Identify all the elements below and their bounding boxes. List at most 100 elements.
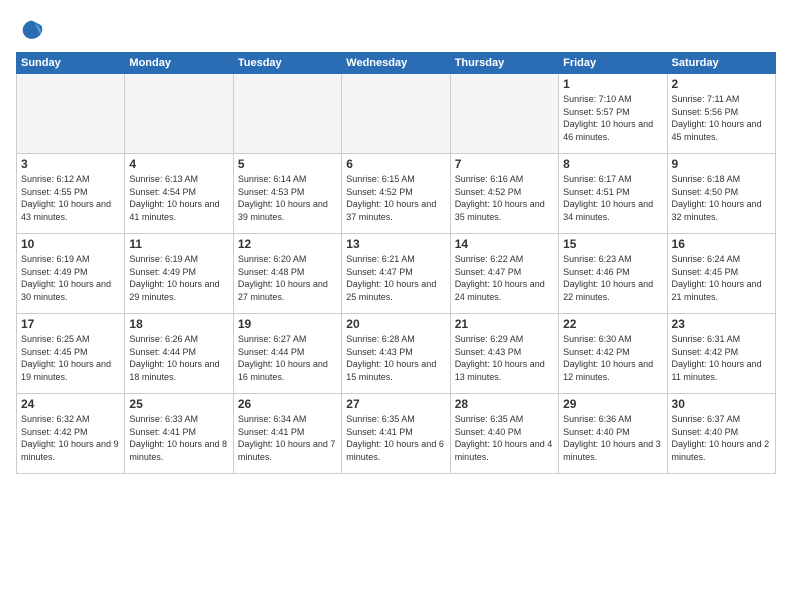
weekday-header-thursday: Thursday bbox=[450, 53, 558, 74]
day-number: 24 bbox=[21, 397, 120, 411]
day-info: Sunrise: 6:29 AM Sunset: 4:43 PM Dayligh… bbox=[455, 333, 554, 383]
day-info: Sunrise: 6:15 AM Sunset: 4:52 PM Dayligh… bbox=[346, 173, 445, 223]
weekday-header-friday: Friday bbox=[559, 53, 667, 74]
calendar-cell: 10 Sunrise: 6:19 AM Sunset: 4:49 PM Dayli… bbox=[17, 234, 125, 314]
day-number: 10 bbox=[21, 237, 120, 251]
day-number: 11 bbox=[129, 237, 228, 251]
day-number: 25 bbox=[129, 397, 228, 411]
calendar-cell: 15 Sunrise: 6:23 AM Sunset: 4:46 PM Dayli… bbox=[559, 234, 667, 314]
calendar-cell: 28 Sunrise: 6:35 AM Sunset: 4:40 PM Dayli… bbox=[450, 394, 558, 474]
day-info: Sunrise: 6:17 AM Sunset: 4:51 PM Dayligh… bbox=[563, 173, 662, 223]
weekday-header-sunday: Sunday bbox=[17, 53, 125, 74]
calendar-cell: 26 Sunrise: 6:34 AM Sunset: 4:41 PM Dayli… bbox=[233, 394, 341, 474]
calendar-cell: 30 Sunrise: 6:37 AM Sunset: 4:40 PM Dayli… bbox=[667, 394, 775, 474]
day-info: Sunrise: 6:37 AM Sunset: 4:40 PM Dayligh… bbox=[672, 413, 771, 463]
calendar-cell bbox=[342, 74, 450, 154]
day-number: 27 bbox=[346, 397, 445, 411]
header bbox=[16, 16, 776, 44]
day-info: Sunrise: 6:36 AM Sunset: 4:40 PM Dayligh… bbox=[563, 413, 662, 463]
calendar-cell: 11 Sunrise: 6:19 AM Sunset: 4:49 PM Dayli… bbox=[125, 234, 233, 314]
page: SundayMondayTuesdayWednesdayThursdayFrid… bbox=[0, 0, 792, 612]
day-number: 30 bbox=[672, 397, 771, 411]
day-info: Sunrise: 7:10 AM Sunset: 5:57 PM Dayligh… bbox=[563, 93, 662, 143]
day-number: 3 bbox=[21, 157, 120, 171]
calendar-cell: 12Sunrise: 6:20 AM Sunset: 4:48 PM Dayli… bbox=[233, 234, 341, 314]
calendar-cell: 3Sunrise: 6:12 AM Sunset: 4:55 PM Daylig… bbox=[17, 154, 125, 234]
day-number: 20 bbox=[346, 317, 445, 331]
calendar: SundayMondayTuesdayWednesdayThursdayFrid… bbox=[16, 52, 776, 474]
day-info: Sunrise: 6:26 AM Sunset: 4:44 PM Dayligh… bbox=[129, 333, 228, 383]
day-number: 13 bbox=[346, 237, 445, 251]
day-number: 21 bbox=[455, 317, 554, 331]
day-number: 5 bbox=[238, 157, 337, 171]
day-number: 29 bbox=[563, 397, 662, 411]
day-info: Sunrise: 6:19 AM Sunset: 4:49 PM Dayligh… bbox=[21, 253, 120, 303]
week-row-4: 17 Sunrise: 6:25 AM Sunset: 4:45 PM Dayli… bbox=[17, 314, 776, 394]
day-number: 23 bbox=[672, 317, 771, 331]
day-number: 4 bbox=[129, 157, 228, 171]
weekday-header-row: SundayMondayTuesdayWednesdayThursdayFrid… bbox=[17, 53, 776, 74]
day-info: Sunrise: 6:18 AM Sunset: 4:50 PM Dayligh… bbox=[672, 173, 771, 223]
logo-icon bbox=[18, 16, 46, 44]
calendar-cell: 23 Sunrise: 6:31 AM Sunset: 4:42 PM Dayli… bbox=[667, 314, 775, 394]
day-info: Sunrise: 6:34 AM Sunset: 4:41 PM Dayligh… bbox=[238, 413, 337, 463]
day-info: Sunrise: 6:16 AM Sunset: 4:52 PM Dayligh… bbox=[455, 173, 554, 223]
day-info: Sunrise: 7:11 AM Sunset: 5:56 PM Dayligh… bbox=[672, 93, 771, 143]
day-number: 15 bbox=[563, 237, 662, 251]
day-number: 16 bbox=[672, 237, 771, 251]
logo bbox=[16, 16, 46, 44]
day-number: 12 bbox=[238, 237, 337, 251]
day-info: Sunrise: 6:13 AM Sunset: 4:54 PM Dayligh… bbox=[129, 173, 228, 223]
day-info: Sunrise: 6:22 AM Sunset: 4:47 PM Dayligh… bbox=[455, 253, 554, 303]
day-number: 14 bbox=[455, 237, 554, 251]
day-info: Sunrise: 6:35 AM Sunset: 4:40 PM Dayligh… bbox=[455, 413, 554, 463]
week-row-2: 3Sunrise: 6:12 AM Sunset: 4:55 PM Daylig… bbox=[17, 154, 776, 234]
day-info: Sunrise: 6:19 AM Sunset: 4:49 PM Dayligh… bbox=[129, 253, 228, 303]
calendar-cell: 16 Sunrise: 6:24 AM Sunset: 4:45 PM Dayli… bbox=[667, 234, 775, 314]
day-number: 26 bbox=[238, 397, 337, 411]
day-info: Sunrise: 6:32 AM Sunset: 4:42 PM Dayligh… bbox=[21, 413, 120, 463]
day-number: 6 bbox=[346, 157, 445, 171]
calendar-cell: 17 Sunrise: 6:25 AM Sunset: 4:45 PM Dayli… bbox=[17, 314, 125, 394]
calendar-cell: 27 Sunrise: 6:35 AM Sunset: 4:41 PM Dayli… bbox=[342, 394, 450, 474]
day-number: 18 bbox=[129, 317, 228, 331]
calendar-cell: 29 Sunrise: 6:36 AM Sunset: 4:40 PM Dayli… bbox=[559, 394, 667, 474]
day-info: Sunrise: 6:28 AM Sunset: 4:43 PM Dayligh… bbox=[346, 333, 445, 383]
calendar-cell: 21 Sunrise: 6:29 AM Sunset: 4:43 PM Dayli… bbox=[450, 314, 558, 394]
calendar-cell bbox=[125, 74, 233, 154]
day-info: Sunrise: 6:35 AM Sunset: 4:41 PM Dayligh… bbox=[346, 413, 445, 463]
week-row-1: 1Sunrise: 7:10 AM Sunset: 5:57 PM Daylig… bbox=[17, 74, 776, 154]
calendar-cell bbox=[233, 74, 341, 154]
day-number: 17 bbox=[21, 317, 120, 331]
day-number: 7 bbox=[455, 157, 554, 171]
day-info: Sunrise: 6:31 AM Sunset: 4:42 PM Dayligh… bbox=[672, 333, 771, 383]
day-info: Sunrise: 6:25 AM Sunset: 4:45 PM Dayligh… bbox=[21, 333, 120, 383]
calendar-cell: 19 Sunrise: 6:27 AM Sunset: 4:44 PM Dayli… bbox=[233, 314, 341, 394]
calendar-cell: 2 Sunrise: 7:11 AM Sunset: 5:56 PM Daylig… bbox=[667, 74, 775, 154]
calendar-cell: 22 Sunrise: 6:30 AM Sunset: 4:42 PM Dayli… bbox=[559, 314, 667, 394]
day-number: 22 bbox=[563, 317, 662, 331]
calendar-cell: 4 Sunrise: 6:13 AM Sunset: 4:54 PM Daylig… bbox=[125, 154, 233, 234]
calendar-cell: 5Sunrise: 6:14 AM Sunset: 4:53 PM Daylig… bbox=[233, 154, 341, 234]
day-info: Sunrise: 6:24 AM Sunset: 4:45 PM Dayligh… bbox=[672, 253, 771, 303]
day-info: Sunrise: 6:33 AM Sunset: 4:41 PM Dayligh… bbox=[129, 413, 228, 463]
weekday-header-wednesday: Wednesday bbox=[342, 53, 450, 74]
day-number: 28 bbox=[455, 397, 554, 411]
day-number: 19 bbox=[238, 317, 337, 331]
calendar-cell: 24 Sunrise: 6:32 AM Sunset: 4:42 PM Dayli… bbox=[17, 394, 125, 474]
calendar-cell: 13 Sunrise: 6:21 AM Sunset: 4:47 PM Dayli… bbox=[342, 234, 450, 314]
week-row-5: 24 Sunrise: 6:32 AM Sunset: 4:42 PM Dayli… bbox=[17, 394, 776, 474]
calendar-cell: 8 Sunrise: 6:17 AM Sunset: 4:51 PM Daylig… bbox=[559, 154, 667, 234]
calendar-cell: 6 Sunrise: 6:15 AM Sunset: 4:52 PM Daylig… bbox=[342, 154, 450, 234]
weekday-header-saturday: Saturday bbox=[667, 53, 775, 74]
day-number: 8 bbox=[563, 157, 662, 171]
day-info: Sunrise: 6:30 AM Sunset: 4:42 PM Dayligh… bbox=[563, 333, 662, 383]
calendar-cell: 20 Sunrise: 6:28 AM Sunset: 4:43 PM Dayli… bbox=[342, 314, 450, 394]
day-info: Sunrise: 6:21 AM Sunset: 4:47 PM Dayligh… bbox=[346, 253, 445, 303]
day-info: Sunrise: 6:27 AM Sunset: 4:44 PM Dayligh… bbox=[238, 333, 337, 383]
weekday-header-tuesday: Tuesday bbox=[233, 53, 341, 74]
day-number: 2 bbox=[672, 77, 771, 91]
calendar-cell: 1Sunrise: 7:10 AM Sunset: 5:57 PM Daylig… bbox=[559, 74, 667, 154]
calendar-cell: 14 Sunrise: 6:22 AM Sunset: 4:47 PM Dayli… bbox=[450, 234, 558, 314]
day-info: Sunrise: 6:23 AM Sunset: 4:46 PM Dayligh… bbox=[563, 253, 662, 303]
